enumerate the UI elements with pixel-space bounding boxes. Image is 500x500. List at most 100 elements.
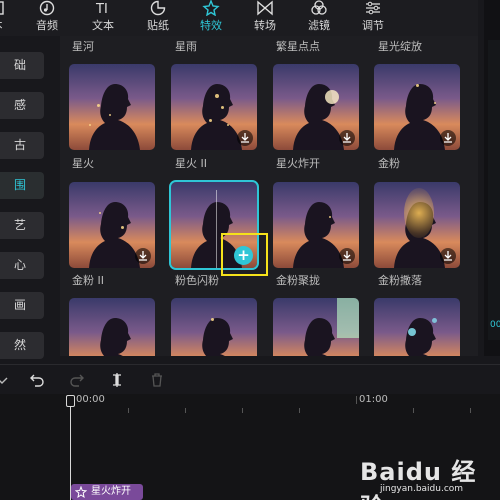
effect-name: 金粉聚拢 [276, 274, 320, 287]
editor-app: 本 音频 TI 文本 贴纸 特效 转场 滤镜 调节 [0, 0, 500, 500]
effects-panel: 星河 星雨 繁星点点 星光绽放 星火 星火 II 星火炸开 金粉 金粉 II 粉… [60, 36, 478, 356]
download-icon[interactable] [339, 130, 355, 146]
tab-text-partial[interactable]: 本 [0, 0, 22, 36]
chevron-down-icon[interactable] [0, 372, 10, 388]
spark-dot [416, 84, 419, 87]
top-toolbar: 本 音频 TI 文本 贴纸 特效 转场 滤镜 调节 [0, 0, 478, 36]
effect-thumb-jinfen-julong[interactable] [273, 182, 359, 268]
silhouette-image [89, 84, 140, 150]
effects-icon [75, 486, 87, 498]
edit-toolbar [0, 364, 500, 394]
silhouette-image [405, 318, 436, 356]
sidebar-item-7[interactable]: 然 [0, 332, 44, 359]
filter-icon [311, 0, 327, 15]
ruler-tick [413, 408, 414, 413]
gold-glow [404, 188, 434, 238]
undo-icon[interactable] [29, 372, 45, 388]
effect-thumb-jinfen[interactable] [374, 64, 460, 150]
download-icon[interactable] [135, 248, 151, 264]
spark-dot [89, 124, 91, 126]
tab-sticker[interactable]: 贴纸 [133, 0, 183, 36]
sidebar-item-0[interactable]: 础 [0, 52, 44, 79]
spark-dot [227, 124, 229, 126]
audio-icon [39, 0, 55, 16]
watermark-url: jingyan.baidu.com [380, 484, 464, 494]
effect-thumb-xinghuo-zhakai[interactable] [273, 64, 359, 150]
spark-dot [329, 216, 331, 218]
effect-name: 星火 II [175, 157, 207, 170]
transition-icon [257, 0, 273, 16]
download-icon[interactable] [339, 248, 355, 264]
ruler-time-start: 00:00 [76, 394, 105, 405]
spark-dot [221, 106, 224, 109]
spark-dot [99, 212, 101, 214]
ruler-tick [128, 408, 129, 413]
sidebar-item-6[interactable]: 画 [0, 292, 44, 319]
effect-name: 星火 [72, 157, 94, 170]
category-sidebar: 础 感 古 围 艺 心 画 然 [0, 36, 60, 359]
silhouette-image [100, 318, 131, 356]
clip-label: 星火炸开 [91, 486, 131, 497]
preview-time: 00 [490, 320, 500, 330]
tab-effects[interactable]: 特效 [186, 0, 236, 36]
effect-name: 繁星点点 [276, 40, 320, 53]
effect-thumb-row3-0[interactable] [69, 298, 155, 356]
effect-thumb-row3-2[interactable] [273, 298, 359, 356]
sidebar-item-5[interactable]: 心 [0, 252, 44, 279]
spark-dot [434, 102, 436, 104]
sidebar-item-4[interactable]: 艺 [0, 212, 44, 239]
preview-canvas [488, 40, 500, 340]
ruler-tick [299, 408, 300, 413]
effect-thumb-row3-1[interactable] [171, 298, 257, 356]
text-tab-icon [0, 1, 4, 15]
spark-dot [209, 119, 212, 122]
ruler-tick [242, 408, 243, 413]
tab-filter[interactable]: 滤镜 [294, 0, 344, 36]
sidebar-item-1[interactable]: 感 [0, 92, 44, 119]
bubble-dot [432, 318, 437, 323]
tab-adjust[interactable]: 调节 [348, 0, 398, 36]
light-flare [325, 90, 339, 104]
adjust-icon [366, 1, 380, 15]
effect-thumb-jinfen-saluo[interactable] [374, 182, 460, 268]
effect-clip[interactable]: 星火炸开 [71, 484, 143, 500]
spark-dot [211, 318, 214, 321]
effect-name: 星火炸开 [276, 157, 320, 170]
effect-thumb-xinghuo-2[interactable] [171, 64, 257, 150]
sidebar-item-3[interactable]: 围 [0, 172, 44, 199]
delete-icon[interactable] [149, 372, 165, 388]
effect-name: 粉色闪粉 [175, 274, 219, 287]
svg-text:TI: TI [95, 2, 108, 16]
effect-name: 星雨 [175, 40, 197, 53]
download-icon[interactable] [440, 248, 456, 264]
effect-name: 星光绽放 [378, 40, 422, 53]
light-leak [337, 298, 359, 338]
download-icon[interactable] [440, 130, 456, 146]
effect-thumb-row3-3[interactable] [374, 298, 460, 356]
divider-line [216, 190, 217, 268]
effect-thumb-jinfen-2[interactable] [69, 182, 155, 268]
add-effect-button[interactable]: + [234, 246, 253, 265]
playhead-handle[interactable] [66, 395, 75, 407]
sidebar-item-2[interactable]: 古 [0, 132, 44, 159]
silhouette-image [202, 318, 233, 356]
effect-name: 金粉 [378, 157, 400, 170]
tab-transition[interactable]: 转场 [240, 0, 290, 36]
spark-dot [215, 94, 219, 98]
tab-text[interactable]: TI 文本 [78, 0, 128, 36]
spark-dot [97, 104, 100, 107]
spark-dot [109, 114, 111, 116]
ruler-tick [185, 408, 186, 413]
text-icon: TI [95, 2, 108, 16]
effect-name: 星河 [72, 40, 94, 53]
ruler-tick [470, 408, 471, 413]
redo-icon[interactable] [69, 372, 85, 388]
ruler-tick [356, 396, 357, 404]
download-icon[interactable] [237, 130, 253, 146]
effect-thumb-xinghuo[interactable] [69, 64, 155, 150]
effects-icon [202, 0, 220, 16]
tab-audio[interactable]: 音频 [22, 0, 72, 36]
split-icon[interactable] [109, 372, 125, 388]
ruler-time-mark: 01:00 [359, 394, 388, 405]
effect-name: 金粉 II [72, 274, 104, 287]
